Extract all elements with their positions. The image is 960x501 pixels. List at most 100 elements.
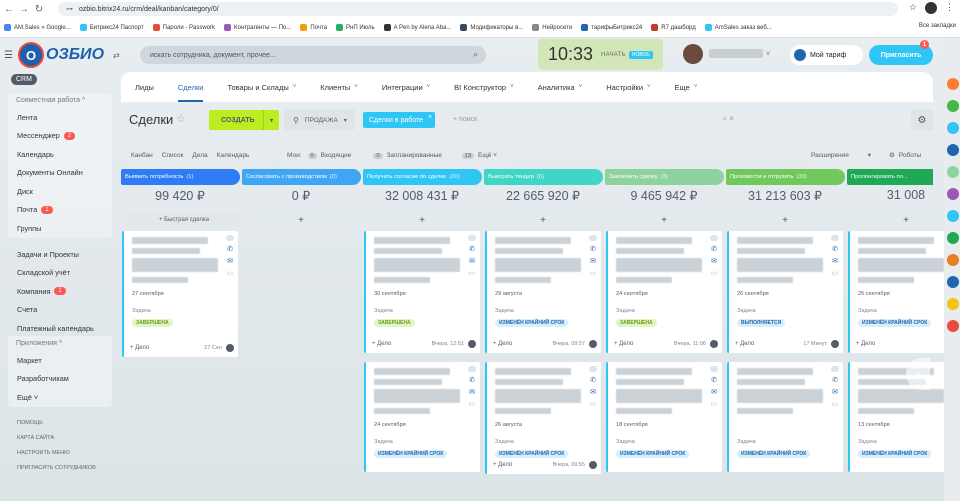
remove-filter-icon[interactable]: × bbox=[428, 114, 432, 121]
invite-button[interactable]: Пригласить 1 bbox=[869, 40, 933, 65]
swap-icon[interactable]: ⇄ bbox=[113, 51, 120, 60]
deal-card[interactable]: ✆ ✉ ▭ 26 сентября Задача ВЫПОЛНЯЕТСЯ + Дело 17 … bbox=[727, 231, 843, 353]
user-avatar[interactable] bbox=[683, 44, 703, 64]
mail-icon[interactable]: ✉ bbox=[227, 257, 233, 265]
bookmark-item[interactable]: Битрикс24 Паспорт bbox=[79, 24, 144, 31]
nav-item[interactable]: Диск bbox=[8, 182, 112, 201]
search-input[interactable]: искать сотрудника, документ, прочее... ⌕ bbox=[140, 46, 486, 64]
profile-avatar[interactable] bbox=[925, 2, 937, 14]
nav-item[interactable]: Счета bbox=[8, 301, 112, 320]
quick-deal-button[interactable]: + Быстрая сделка bbox=[127, 213, 241, 227]
mail-icon[interactable]: ✉ bbox=[832, 388, 838, 396]
add-deal-plus-icon[interactable]: + bbox=[605, 215, 723, 226]
deal-card[interactable]: ✆ ✉ ▭ 26 августа Задача ИЗМЕНЁН КРАЙНИЙ СРОК +… bbox=[485, 362, 601, 474]
mail-icon[interactable]: ✉ bbox=[469, 257, 475, 265]
view-list[interactable]: Список bbox=[162, 152, 184, 159]
planned-counter[interactable]: 0 Запланированные bbox=[373, 152, 442, 159]
phone-icon[interactable]: ✆ bbox=[711, 376, 717, 384]
stage-header[interactable]: Пролонгировать по... bbox=[847, 169, 933, 185]
create-button[interactable]: СОЗДАТЬ ▾ bbox=[209, 110, 279, 130]
chat-icon[interactable]: ▭ bbox=[226, 269, 233, 277]
robots-button[interactable]: ⚙ Роботы bbox=[889, 147, 921, 163]
bookmark-item[interactable]: Модификаторы в... bbox=[460, 24, 523, 31]
tab-item[interactable]: Еще ˅ bbox=[675, 72, 698, 102]
tab-item[interactable]: Сделки bbox=[177, 72, 203, 102]
add-activity-link[interactable]: + Дело bbox=[130, 345, 149, 351]
user-name-blurred[interactable] bbox=[709, 49, 763, 58]
nav-item[interactable]: Платежный календарь bbox=[8, 319, 112, 338]
settings-gear-icon[interactable]: ⚙ bbox=[911, 110, 933, 130]
mail-icon[interactable]: ✉ bbox=[590, 257, 596, 265]
phone-icon[interactable]: ✆ bbox=[832, 245, 838, 253]
rail-app-icon[interactable] bbox=[947, 276, 959, 288]
rail-app-icon[interactable] bbox=[947, 188, 959, 200]
nav-item[interactable]: Группы bbox=[8, 219, 112, 238]
rail-app-icon[interactable] bbox=[947, 254, 959, 266]
nav-item[interactable]: Складской учёт bbox=[8, 264, 112, 283]
rail-app-icon[interactable] bbox=[947, 78, 959, 90]
address-bar[interactable]: ⊶ ozbio.bitrix24.ru/crm/deal/kanban/cate… bbox=[58, 2, 898, 16]
mail-icon[interactable]: ✉ bbox=[590, 388, 596, 396]
rail-app-icon[interactable] bbox=[947, 144, 959, 156]
bookmark-item[interactable]: тарифыБитрикс24 bbox=[581, 24, 642, 31]
nav-item[interactable]: Задачи и Проекты bbox=[8, 245, 112, 264]
stage-header[interactable]: Произвести и отгрузить (33) bbox=[726, 169, 845, 185]
rail-app-icon[interactable] bbox=[947, 232, 959, 244]
deal-card[interactable]: ✆ ✉ ▭ 24 сентября Задача ЗАВЕРШЕНА + Дело Вчера… bbox=[606, 231, 722, 353]
rail-app-icon[interactable] bbox=[947, 298, 959, 310]
nav-item[interactable]: Лента bbox=[8, 108, 112, 127]
phone-icon[interactable]: ✆ bbox=[227, 245, 233, 253]
mail-icon[interactable]: ✉ bbox=[832, 257, 838, 265]
back-icon[interactable]: ← bbox=[3, 4, 15, 15]
nav-group-title[interactable]: Приложения ^ bbox=[8, 336, 112, 351]
add-activity-link[interactable]: + Дело bbox=[614, 341, 633, 347]
chat-icon[interactable]: ▭ bbox=[710, 269, 717, 277]
chat-icon[interactable]: ▭ bbox=[468, 400, 475, 408]
deal-card[interactable]: ✆ ✉ ▭ 18 сентября Задача ИЗМЕНЁН КРАЙНИЙ СРОК bbox=[606, 362, 722, 472]
responsible-avatar[interactable] bbox=[589, 340, 597, 348]
nav-group-title[interactable]: Совместная работа ^ bbox=[8, 93, 112, 108]
phone-icon[interactable]: ✆ bbox=[711, 245, 717, 253]
responsible-avatar[interactable] bbox=[226, 344, 234, 352]
bookmark-item[interactable]: РнП Июль bbox=[336, 24, 375, 31]
bookmark-item[interactable]: AmSales заказ веб... bbox=[704, 24, 772, 31]
extensions-button[interactable]: Расширения ▾ bbox=[805, 147, 877, 163]
bookmark-item[interactable]: R7 дашборд bbox=[651, 24, 696, 31]
more-counter[interactable]: 13 Ещё ˅ bbox=[461, 152, 497, 159]
add-activity-link[interactable]: + Дело bbox=[735, 341, 754, 347]
view-kanban[interactable]: Канбан bbox=[131, 152, 153, 159]
nav-footer-link[interactable]: ПОМОЩЬ bbox=[17, 420, 43, 426]
crm-badge[interactable]: CRM bbox=[11, 74, 37, 85]
chat-icon[interactable]: ▭ bbox=[468, 269, 475, 277]
hamburger-icon[interactable]: ☰ bbox=[4, 50, 13, 61]
stage-header[interactable]: Выиграть тендер (6) bbox=[484, 169, 603, 185]
mail-icon[interactable]: ✉ bbox=[711, 388, 717, 396]
responsible-avatar[interactable] bbox=[831, 340, 839, 348]
chat-icon[interactable]: ▭ bbox=[831, 269, 838, 277]
search-icon[interactable]: ⌕ × bbox=[723, 114, 734, 124]
create-dropdown-icon[interactable]: ▾ bbox=[263, 110, 279, 130]
user-menu-chevron-icon[interactable]: ˅ bbox=[766, 51, 770, 58]
deal-card[interactable]: ✆ ✉ ▭ 29 августа Задача ИЗМЕНЁН КРАЙНИЙ СРОК +… bbox=[485, 231, 601, 353]
nav-item[interactable]: Маркет bbox=[8, 351, 112, 370]
bookmark-star-icon[interactable]: ☆ bbox=[909, 2, 917, 14]
nav-item[interactable]: Документы Онлайн bbox=[8, 164, 112, 183]
chat-icon[interactable]: ▭ bbox=[710, 400, 717, 408]
tab-item[interactable]: Товары и Склады ˅ bbox=[227, 72, 296, 102]
rail-app-icon[interactable] bbox=[947, 100, 959, 112]
deal-card[interactable]: ✆ ✉ ▭ 27 сентября Задача ЗАВЕРШЕНА + Дело 27 Се… bbox=[122, 231, 238, 357]
rail-app-icon[interactable] bbox=[947, 166, 959, 178]
nav-item[interactable]: Мессенджер 2 bbox=[8, 127, 112, 146]
reload-icon[interactable]: ↻ bbox=[33, 4, 45, 15]
bookmark-item[interactable]: Нейросети bbox=[532, 24, 572, 31]
tab-item[interactable]: Аналитика ˅ bbox=[538, 72, 583, 102]
filter-search[interactable]: Сделки в работе × + поиск ⌕ × bbox=[361, 110, 742, 130]
stage-header[interactable]: Выявить потребность (1) bbox=[121, 169, 240, 185]
add-deal-plus-icon[interactable]: + bbox=[242, 215, 360, 226]
phone-icon[interactable]: ✆ bbox=[469, 376, 475, 384]
filter-tag[interactable]: Сделки в работе × bbox=[363, 112, 436, 128]
tab-item[interactable]: Интеграции ˅ bbox=[382, 72, 430, 102]
bookmark-item[interactable]: Почта bbox=[300, 24, 327, 31]
add-activity-link[interactable]: + Дело bbox=[493, 462, 512, 468]
bookmark-item[interactable]: A Pen by Alena Aba... bbox=[383, 24, 451, 31]
